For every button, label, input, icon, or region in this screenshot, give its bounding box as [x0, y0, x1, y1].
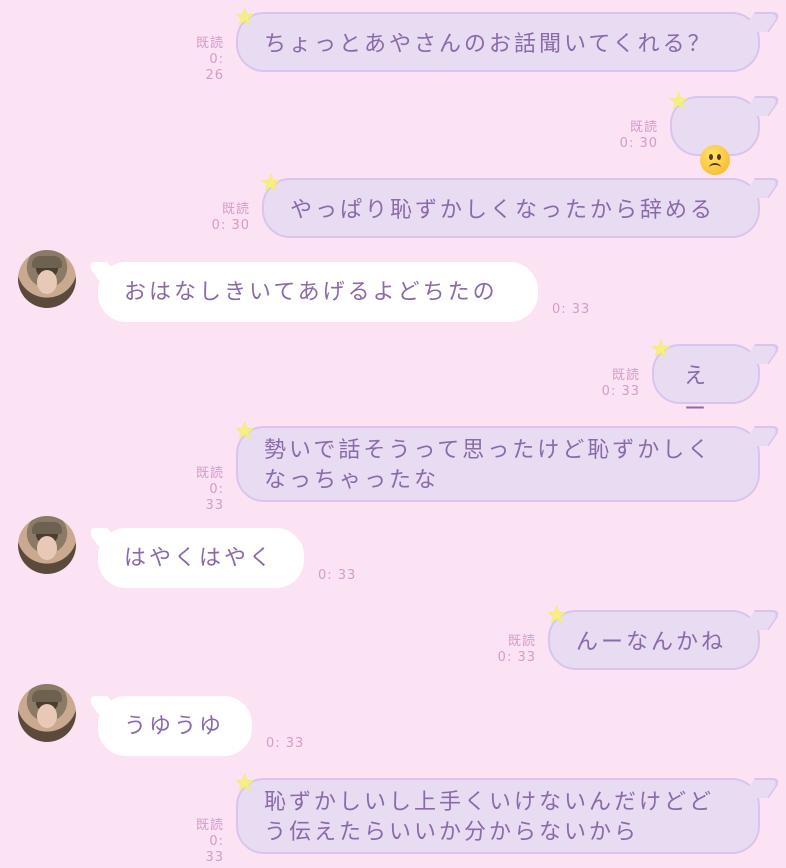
read-label: 既読: [611, 368, 640, 383]
read-label: 既読: [507, 634, 536, 649]
star-icon: ★: [650, 335, 672, 363]
star-icon: ★: [234, 417, 256, 445]
message-time: 0: 26: [205, 52, 224, 83]
sent-message-bubble[interactable]: 恥ずかしいし上手くいけないんだけどど う伝えたらいいか分からないから: [236, 778, 760, 854]
sent-message-bubble[interactable]: 勢いで話そうって思ったけど恥ずかしく なっちゃったな: [236, 426, 760, 502]
message-time: 0: 30: [619, 136, 658, 151]
message-time: 0: 33: [497, 650, 536, 665]
message-time: 0: 33: [601, 384, 640, 399]
bubble-tail: [740, 426, 784, 446]
read-receipt: 既読 0: 33: [496, 634, 536, 666]
star-icon: ★: [234, 769, 256, 797]
sent-message-bubble[interactable]: んーなんかね: [548, 610, 760, 670]
read-receipt: 既読 0: 30: [618, 120, 658, 152]
star-icon: ★: [260, 169, 282, 197]
message-time: 0: 33: [318, 568, 357, 583]
message-time: 0: 33: [266, 736, 305, 751]
bubble-tail: [740, 12, 784, 32]
received-message-bubble[interactable]: はやくはやく: [98, 528, 304, 588]
message-time: 0: 30: [211, 218, 250, 233]
read-receipt: 既読 0: 33: [186, 818, 224, 866]
read-label: 既読: [629, 120, 658, 135]
avatar[interactable]: [18, 516, 76, 574]
read-receipt: 既読 0: 33: [186, 466, 224, 514]
sent-message-bubble[interactable]: やっぱり恥ずかしくなったから辞める: [262, 178, 760, 238]
star-icon: ★: [668, 87, 690, 115]
bubble-tail: [740, 96, 784, 116]
bubble-tail: [740, 778, 784, 798]
star-icon: ★: [546, 601, 568, 629]
sent-message-bubble[interactable]: ちょっとあやさんのお話聞いてくれる？: [236, 12, 760, 72]
message-time: 0: 33: [205, 482, 224, 513]
star-icon: ★: [234, 3, 256, 31]
received-message-bubble[interactable]: うゆうゆ: [98, 696, 252, 756]
avatar[interactable]: [18, 250, 76, 308]
avatar[interactable]: [18, 684, 76, 742]
message-time: 0: 33: [205, 834, 224, 865]
read-receipt: 既読 0: 26: [186, 36, 224, 84]
bubble-tail: [740, 178, 784, 198]
bubble-tail: [740, 610, 784, 630]
read-receipt: 既読 0: 30: [210, 202, 250, 234]
read-label: 既読: [195, 818, 224, 833]
message-time: 0: 33: [552, 302, 591, 317]
bubble-tail: [740, 344, 784, 364]
read-label: 既読: [195, 36, 224, 51]
read-label: 既読: [195, 466, 224, 481]
read-label: 既読: [221, 202, 250, 217]
frowning-face-icon: [700, 145, 730, 175]
read-receipt: 既読 0: 33: [600, 368, 640, 400]
received-message-bubble[interactable]: おはなしきいてあげるよどちたの: [98, 262, 538, 322]
